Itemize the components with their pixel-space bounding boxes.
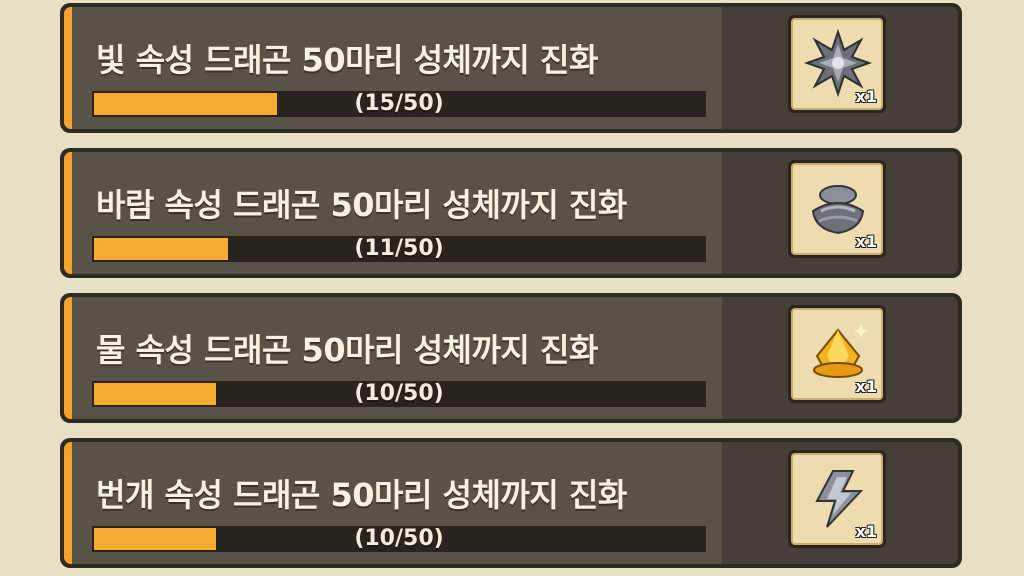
- progress-text: (10/50): [354, 381, 444, 406]
- quest-panel: 물 속성 드래곤 50마리 성체까지 진화 (10/50) x1: [64, 297, 958, 419]
- progress-bar: (10/50): [92, 526, 706, 552]
- reward-panel: x1: [722, 442, 958, 564]
- quest-accent-stripe: [64, 152, 72, 274]
- reward-card: x1: [791, 308, 883, 400]
- reward-card: x1: [791, 453, 883, 545]
- reward-slot[interactable]: x1: [788, 450, 886, 548]
- quest-panel: 빛 속성 드래곤 50마리 성체까지 진화 (15/50) x1: [64, 7, 958, 129]
- reward-card: x1: [791, 163, 883, 255]
- quest-title: 번개 속성 드래곤 50마리 성체까지 진화: [96, 476, 627, 514]
- progress-bar: (11/50): [92, 236, 706, 262]
- progress-bar: (10/50): [92, 381, 706, 407]
- reward-panel: x1: [722, 152, 958, 274]
- quest-panel: 바람 속성 드래곤 50마리 성체까지 진화 (11/50) x1: [64, 152, 958, 274]
- reward-slot[interactable]: x1: [788, 15, 886, 113]
- quest-item[interactable]: 번개 속성 드래곤 50마리 성체까지 진화 (10/50) x1: [60, 438, 962, 568]
- reward-slot[interactable]: x1: [788, 305, 886, 403]
- quest-title: 바람 속성 드래곤 50마리 성체까지 진화: [96, 186, 627, 224]
- quest-item[interactable]: 빛 속성 드래곤 50마리 성체까지 진화 (15/50) x1: [60, 3, 962, 133]
- quest-accent-stripe: [64, 442, 72, 564]
- quest-list: 빛 속성 드래곤 50마리 성체까지 진화 (15/50) x1 바람 속성 드…: [60, 3, 962, 568]
- quest-title: 물 속성 드래곤 50마리 성체까지 진화: [96, 331, 598, 369]
- quest-item[interactable]: 바람 속성 드래곤 50마리 성체까지 진화 (11/50) x1: [60, 148, 962, 278]
- quest-panel: 번개 속성 드래곤 50마리 성체까지 진화 (10/50) x1: [64, 442, 958, 564]
- quest-accent-stripe: [64, 297, 72, 419]
- reward-count: x1: [855, 522, 877, 541]
- reward-panel: x1: [722, 297, 958, 419]
- progress-text: (15/50): [354, 91, 444, 116]
- reward-count: x1: [855, 377, 877, 396]
- progress-text: (10/50): [354, 526, 444, 551]
- progress-bar: (15/50): [92, 91, 706, 117]
- quest-accent-stripe: [64, 7, 72, 129]
- progress-text: (11/50): [354, 236, 444, 261]
- reward-slot[interactable]: x1: [788, 160, 886, 258]
- quest-title: 빛 속성 드래곤 50마리 성체까지 진화: [96, 41, 598, 79]
- reward-panel: x1: [722, 7, 958, 129]
- reward-count: x1: [855, 87, 877, 106]
- quest-item[interactable]: 물 속성 드래곤 50마리 성체까지 진화 (10/50) x1: [60, 293, 962, 423]
- reward-card: x1: [791, 18, 883, 110]
- reward-count: x1: [855, 232, 877, 251]
